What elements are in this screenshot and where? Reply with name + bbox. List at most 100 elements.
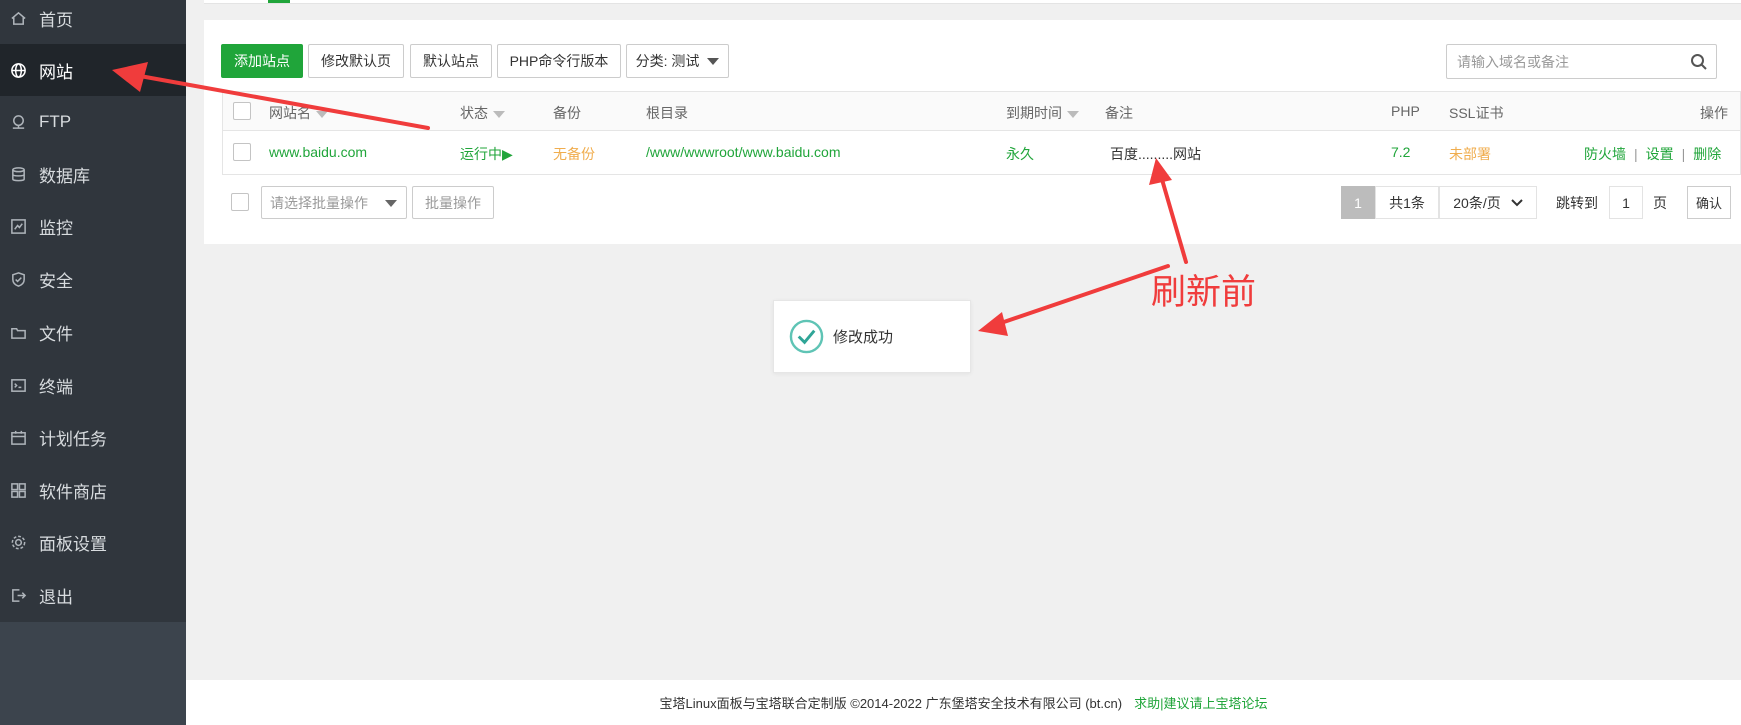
globe-icon (9, 61, 27, 79)
search-box (1446, 44, 1717, 79)
sidebar-item-label: 监控 (39, 218, 73, 238)
sidebar-item-label: 计划任务 (39, 429, 107, 449)
footer: 宝塔Linux面板与宝塔联合定制版 ©2014-2022 广东堡塔安全技术有限公… (186, 680, 1741, 725)
header-actions: 操作 (1700, 105, 1728, 121)
header-backup: 备份 (553, 105, 581, 121)
row-checkbox[interactable] (233, 143, 251, 161)
page-total: 共1条 (1375, 186, 1439, 219)
sidebar-item-database[interactable]: 数据库 (0, 148, 186, 200)
sidebar-item-monitor[interactable]: 监控 (0, 200, 186, 252)
default-site-button[interactable]: 默认站点 (410, 44, 492, 78)
page-unit-label: 页 (1653, 194, 1667, 211)
sidebar: 首页 网站 FTP 数据库 监控 安全 文件 终端 计划任务 软件商店 面板设置… (0, 0, 186, 725)
sidebar-item-terminal[interactable]: 终端 (0, 359, 186, 411)
sidebar-item-label: 数据库 (39, 166, 90, 186)
select-all-checkbox[interactable] (233, 102, 251, 120)
firewall-link[interactable]: 防火墙 (1584, 146, 1626, 162)
root-dir-link[interactable]: /www/wwwroot/www.baidu.com (646, 144, 841, 160)
footer-copyright: 宝塔Linux面板与宝塔联合定制版 ©2014-2022 广东堡塔安全技术有限公… (659, 696, 1123, 711)
ssl-status[interactable]: 未部署 (1449, 144, 1491, 164)
sidebar-item-settings[interactable]: 面板设置 (0, 516, 186, 568)
toast-message: 修改成功 (833, 329, 894, 346)
batch-operation-select[interactable]: 请选择批量操作 (261, 186, 407, 219)
success-toast: 修改成功 (773, 300, 971, 373)
sidebar-item-website[interactable]: 网站 (0, 44, 186, 96)
delete-link[interactable]: 删除 (1693, 146, 1721, 162)
sort-icon (1067, 110, 1079, 118)
terminal-icon (9, 376, 27, 394)
sidebar-item-label: 终端 (39, 377, 73, 397)
sidebar-item-label: 网站 (39, 62, 73, 82)
header-ssl: SSL证书 (1449, 105, 1504, 121)
jump-page-input[interactable]: 1 (1609, 186, 1643, 219)
sites-table: 网站名 状态 备份 根目录 到期时间 备注 PHP SSL证书 操作 www.b… (222, 91, 1741, 175)
edit-default-page-button[interactable]: 修改默认页 (308, 44, 404, 78)
sidebar-item-home[interactable]: 首页 (0, 0, 186, 44)
sort-icon (493, 110, 505, 118)
sidebar-menu: 首页 网站 FTP 数据库 监控 安全 文件 终端 计划任务 软件商店 面板设置… (0, 0, 186, 622)
site-name-link[interactable]: www.baidu.com (269, 144, 367, 160)
note-value[interactable]: 百度.........网站 (1110, 144, 1201, 164)
chevron-down-icon (1511, 198, 1523, 206)
status-running[interactable]: 运行中▶ (460, 144, 513, 164)
active-tab-indicator (268, 0, 290, 3)
monitor-icon (9, 217, 27, 235)
jump-confirm-button[interactable]: 确认 (1687, 186, 1731, 219)
caret-down-icon (385, 200, 397, 207)
annotation-label: 刷新前 (1151, 273, 1257, 313)
batch-operation-button[interactable]: 批量操作 (412, 186, 494, 219)
search-icon[interactable] (1682, 53, 1716, 71)
header-site[interactable]: 网站名 (269, 103, 328, 123)
database-icon (9, 165, 27, 183)
add-site-button[interactable]: 添加站点 (221, 44, 303, 78)
caret-down-icon (707, 57, 720, 65)
header-root: 根目录 (646, 105, 688, 121)
sidebar-item-cron[interactable]: 计划任务 (0, 411, 186, 463)
page-current[interactable]: 1 (1341, 186, 1375, 219)
category-dropdown[interactable]: 分类: 测试 (626, 44, 729, 78)
sidebar-item-label: 软件商店 (39, 482, 107, 502)
footer-forum-link[interactable]: 求助|建议请上宝塔论坛 (1134, 693, 1267, 712)
sidebar-item-store[interactable]: 软件商店 (0, 464, 186, 516)
sidebar-item-logout[interactable]: 退出 (0, 569, 186, 621)
home-icon (9, 9, 27, 27)
gear-icon (9, 533, 27, 551)
shield-icon (9, 270, 27, 288)
php-cli-version-button[interactable]: PHP命令行版本 (497, 44, 621, 78)
sidebar-item-label: 文件 (39, 324, 73, 344)
category-label: 分类: 测试 (635, 53, 700, 69)
sort-icon (316, 110, 328, 118)
header-expire[interactable]: 到期时间 (1006, 103, 1079, 123)
sidebar-item-security[interactable]: 安全 (0, 253, 186, 305)
header-php: PHP (1391, 103, 1420, 119)
per-page-select[interactable]: 20条/页 (1439, 186, 1537, 219)
per-page-value: 20条/页 (1453, 194, 1501, 211)
php-version[interactable]: 7.2 (1391, 144, 1410, 160)
table-row: www.baidu.com 运行中▶ 无备份 /www/wwwroot/www.… (223, 132, 1740, 175)
search-input[interactable] (1447, 45, 1682, 78)
batch-operation-placeholder: 请选择批量操作 (270, 194, 368, 211)
header-note: 备注 (1105, 105, 1133, 121)
backup-none-link[interactable]: 无备份 (553, 144, 595, 164)
ftp-icon (9, 113, 27, 131)
action-separator: | (1681, 146, 1686, 162)
folder-icon (9, 323, 27, 341)
sidebar-item-files[interactable]: 文件 (0, 306, 186, 358)
logout-icon (9, 586, 27, 604)
sidebar-item-ftp[interactable]: FTP (0, 96, 186, 148)
header-status[interactable]: 状态 (460, 103, 505, 123)
sidebar-item-label: 安全 (39, 271, 73, 291)
top-tab-strip (204, 0, 1741, 4)
calendar-icon (9, 428, 27, 446)
grid-icon (9, 481, 27, 499)
settings-link[interactable]: 设置 (1646, 146, 1674, 162)
check-circle-icon (789, 319, 824, 354)
sidebar-item-label: 退出 (39, 587, 73, 607)
batch-select-checkbox[interactable] (231, 193, 249, 211)
jump-label: 跳转到 (1556, 194, 1598, 211)
action-separator: | (1634, 146, 1638, 162)
sidebar-item-label: FTP (39, 112, 72, 131)
sidebar-item-label: 面板设置 (39, 534, 107, 554)
expire-value[interactable]: 永久 (1006, 144, 1034, 164)
row-actions: 防火墙 | 设置 | 删除 (1584, 144, 1721, 164)
